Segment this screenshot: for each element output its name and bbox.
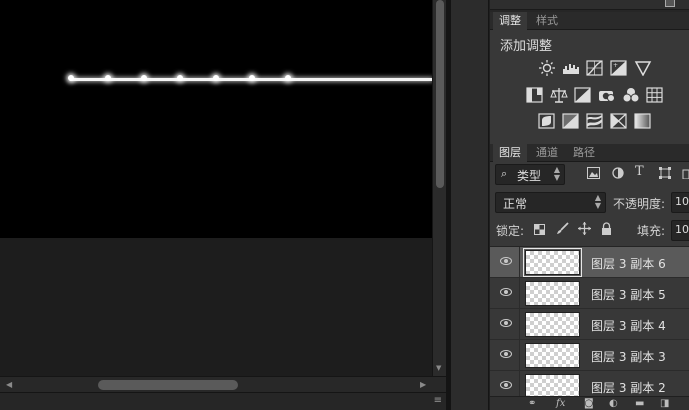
panel-dock: 调整 样式 添加调整 + 图层 通道 路径 ⌕ 类型 ▲ ▼ T 正常 ▲ ▼ … xyxy=(490,0,689,410)
layer-name[interactable]: 图层 3 副本 5 xyxy=(591,286,666,303)
threshold-icon[interactable] xyxy=(586,113,604,129)
type-layer-filter-icon[interactable]: T xyxy=(635,164,644,179)
black-white-icon[interactable] xyxy=(574,87,592,103)
layer-thumbnail[interactable] xyxy=(523,248,582,277)
layer-row[interactable]: 图层 3 副本 4 xyxy=(490,309,689,340)
search-icon: ⌕ xyxy=(501,167,508,180)
vertical-scroll-thumb[interactable] xyxy=(436,0,444,188)
eye-visibility-icon[interactable] xyxy=(500,319,512,327)
fill-label: 填充: xyxy=(637,224,666,238)
adjustment-layer-filter-icon[interactable] xyxy=(612,167,624,182)
levels-icon[interactable] xyxy=(562,60,580,76)
smart-object-filter-icon[interactable] xyxy=(682,167,689,182)
blend-mode-value: 正常 xyxy=(503,197,528,211)
tab-styles[interactable]: 样式 xyxy=(530,12,564,30)
glow-dot xyxy=(177,75,183,81)
horizontal-scroll-thumb[interactable] xyxy=(98,380,238,390)
invert-icon[interactable] xyxy=(538,113,556,129)
eye-visibility-icon[interactable] xyxy=(500,381,512,389)
lock-all-icon[interactable] xyxy=(601,222,612,238)
layer-name[interactable]: 图层 3 副本 4 xyxy=(591,317,666,334)
tab-channels[interactable]: 通道 xyxy=(530,144,564,162)
lock-label: 锁定: xyxy=(496,224,525,238)
layer-name[interactable]: 图层 3 副本 2 xyxy=(591,379,666,396)
lock-position-icon[interactable] xyxy=(578,222,591,238)
updown-arrow-icon: ▲ ▼ xyxy=(553,165,560,182)
opacity-field[interactable]: 100 xyxy=(671,192,689,213)
svg-text:+: + xyxy=(613,62,618,69)
pixel-layer-filter-icon[interactable] xyxy=(587,167,600,182)
layer-row[interactable]: 图层 3 副本 5 xyxy=(490,278,689,309)
opacity-label: 不透明度: xyxy=(613,197,666,211)
layer-name[interactable]: 图层 3 副本 6 xyxy=(591,255,666,272)
photo-filter-icon[interactable] xyxy=(598,87,616,103)
layer-filter-kind-select[interactable]: ⌕ 类型 ▲ ▼ xyxy=(495,164,565,185)
glow-dot xyxy=(249,75,255,81)
layers-footer: ⚭ fx ◙ ◐ ▬ ◨ xyxy=(490,396,689,410)
layers-tabbar: 图层 通道 路径 xyxy=(490,144,689,162)
fill-field[interactable]: 100 xyxy=(671,220,689,241)
glow-dot xyxy=(213,75,219,81)
gradient-map-icon[interactable] xyxy=(634,113,652,129)
mask-icon[interactable]: ◙ xyxy=(584,398,594,409)
glow-dot xyxy=(285,75,291,81)
collapsed-panel-strip xyxy=(451,0,489,410)
pasteboard xyxy=(0,238,432,376)
horizontal-scrollbar[interactable]: ◀ ▶ xyxy=(0,376,446,392)
curves-icon[interactable] xyxy=(586,60,604,76)
shape-layer-filter-icon[interactable] xyxy=(659,167,671,182)
hue-saturation-icon[interactable] xyxy=(526,87,544,103)
layer-row[interactable]: 图层 3 副本 6 xyxy=(490,247,689,278)
scroll-down-arrow-icon[interactable]: ▼ xyxy=(436,364,441,372)
group-folder-icon[interactable]: ▬ xyxy=(635,398,644,409)
add-adjustment-title: 添加调整 xyxy=(500,39,553,54)
brightness-contrast-icon[interactable] xyxy=(538,60,556,76)
panel-menu-icon[interactable] xyxy=(665,0,675,7)
document-window: ▼ ◀ ▶ ≡ xyxy=(0,0,446,410)
tab-adjustments[interactable]: 调整 xyxy=(493,12,527,30)
filter-kind-value: 类型 xyxy=(517,169,542,183)
lock-transparent-pixels-icon[interactable] xyxy=(534,224,545,238)
glow-dot xyxy=(68,75,74,81)
new-layer-icon[interactable]: ◨ xyxy=(660,398,669,409)
updown-arrow-icon: ▲ ▼ xyxy=(594,193,601,210)
channel-mixer-icon[interactable] xyxy=(622,87,640,103)
vertical-scrollbar[interactable]: ▼ xyxy=(432,0,446,376)
layer-row[interactable]: 图层 3 副本 3 xyxy=(490,340,689,371)
status-bar: ≡ xyxy=(0,392,446,410)
vibrance-icon[interactable] xyxy=(634,60,652,77)
posterize-icon[interactable] xyxy=(562,113,580,129)
adjustment-layer-icon[interactable]: ◐ xyxy=(609,398,618,409)
image-canvas[interactable] xyxy=(0,0,432,238)
glow-dot xyxy=(105,75,111,81)
scroll-right-arrow-icon[interactable]: ▶ xyxy=(420,380,426,389)
eye-visibility-icon[interactable] xyxy=(500,350,512,358)
link-icon[interactable]: ⚭ xyxy=(528,398,536,409)
status-menu-icon[interactable]: ≡ xyxy=(434,395,442,406)
selective-color-icon[interactable] xyxy=(610,113,628,129)
eye-visibility-icon[interactable] xyxy=(500,288,512,296)
eye-visibility-icon[interactable] xyxy=(500,257,512,265)
layer-thumbnail[interactable] xyxy=(525,281,580,306)
lock-image-pixels-icon[interactable] xyxy=(556,222,569,238)
collapsed-panel-bar xyxy=(490,0,689,10)
layer-name[interactable]: 图层 3 副本 3 xyxy=(591,348,666,365)
layer-list[interactable]: 图层 3 副本 6 图层 3 副本 5 图层 3 副本 4 图层 3 副本 3 … xyxy=(490,246,689,396)
scroll-left-arrow-icon[interactable]: ◀ xyxy=(6,380,12,389)
blend-mode-select[interactable]: 正常 ▲ ▼ xyxy=(495,192,606,213)
layer-row[interactable]: 图层 3 副本 2 xyxy=(490,371,689,396)
layer-thumbnail[interactable] xyxy=(525,312,580,337)
color-balance-icon[interactable] xyxy=(550,87,568,103)
glow-dot xyxy=(141,75,147,81)
layer-thumbnail[interactable] xyxy=(525,343,580,368)
exposure-icon[interactable]: + xyxy=(610,60,628,76)
layer-thumbnail[interactable] xyxy=(525,374,580,396)
tab-layers[interactable]: 图层 xyxy=(493,144,527,162)
adjustments-tabbar: 调整 样式 xyxy=(490,12,689,30)
fx-icon[interactable]: fx xyxy=(556,398,565,409)
tab-paths[interactable]: 路径 xyxy=(567,144,601,162)
color-lookup-icon[interactable] xyxy=(646,87,664,103)
